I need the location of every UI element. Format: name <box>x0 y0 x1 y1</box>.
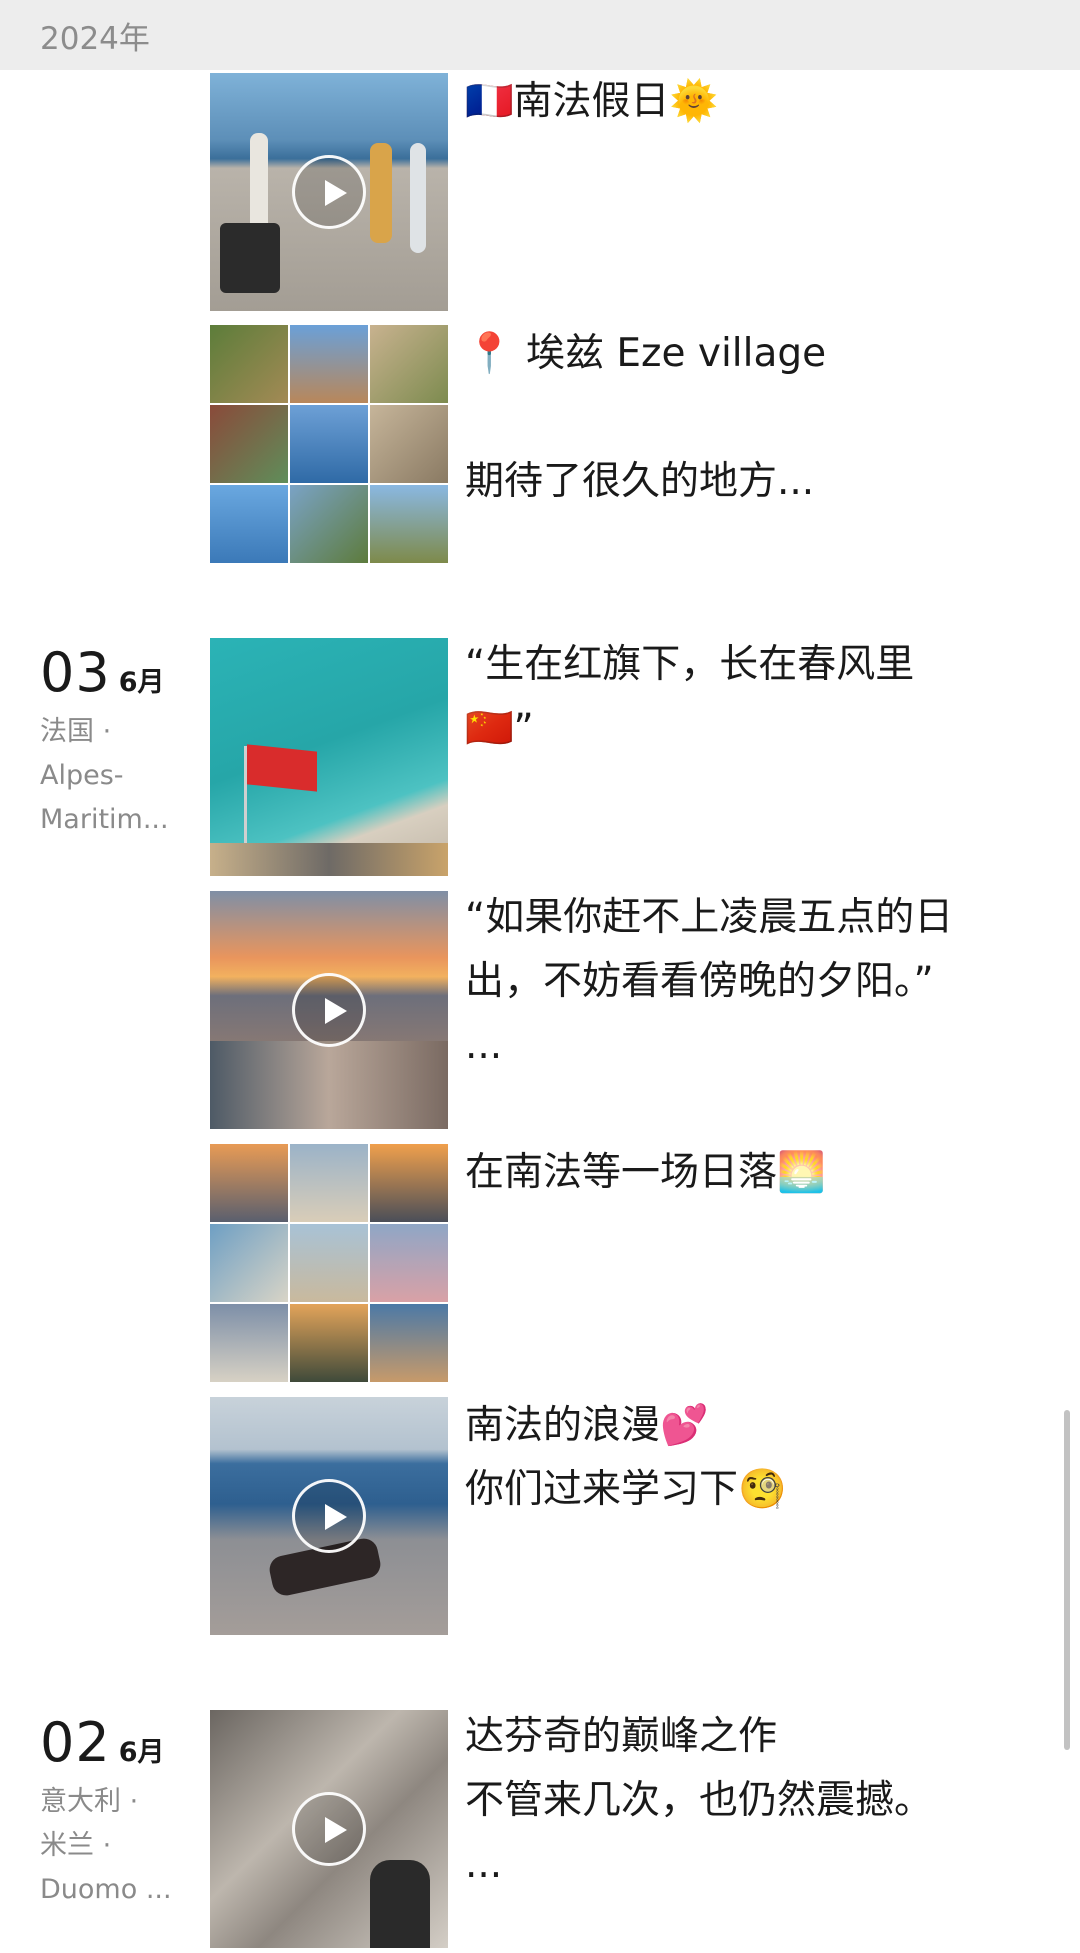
date-block: 02 6月 意大利 · 米兰 · Duomo ... <box>40 1716 190 1912</box>
month-label: 6月 <box>118 667 165 698</box>
location-label[interactable]: 意大利 · 米兰 · Duomo ... <box>40 1780 190 1912</box>
play-icon <box>292 1792 366 1866</box>
post-caption[interactable]: 🇫🇷南法假日🌞 <box>465 70 1025 134</box>
post-caption[interactable]: “如果你赶不上凌晨五点的日 出，不妨看看傍晚的夕阳。” ... <box>465 886 1025 1078</box>
post-video-thumbnail[interactable] <box>210 73 448 311</box>
month-label: 6月 <box>118 1737 165 1768</box>
location-label[interactable]: 法国 · Alpes- Maritim... <box>40 710 190 842</box>
post-image-grid[interactable] <box>210 1144 448 1382</box>
post-caption[interactable]: 达芬奇的巅峰之作 不管来几次，也仍然震撼。 ... <box>465 1705 1025 1897</box>
day-number: 03 <box>40 641 111 704</box>
post-image-thumbnail[interactable] <box>210 638 448 876</box>
play-icon <box>292 155 366 229</box>
year-header: 2024年 <box>0 0 1080 70</box>
post-caption[interactable]: “生在红旗下，长在春风里 🇨🇳” <box>465 633 1025 761</box>
post-caption[interactable]: 📍 埃兹 Eze village 期待了很久的地方... <box>465 322 1025 514</box>
post-video-thumbnail[interactable] <box>210 891 448 1129</box>
post-video-thumbnail[interactable] <box>210 1397 448 1635</box>
play-icon <box>292 1479 366 1553</box>
date-block: 03 6月 法国 · Alpes- Maritim... <box>40 646 190 842</box>
year-label: 2024年 <box>40 20 150 57</box>
day-number: 02 <box>40 1711 111 1774</box>
scrollbar[interactable] <box>1064 1410 1070 1750</box>
post-caption[interactable]: 南法的浪漫💕 你们过来学习下🧐 <box>465 1394 1025 1522</box>
play-icon <box>292 973 366 1047</box>
post-video-thumbnail[interactable] <box>210 1710 448 1948</box>
post-image-grid[interactable] <box>210 325 448 563</box>
post-caption[interactable]: 在南法等一场日落🌅 <box>465 1141 1025 1205</box>
